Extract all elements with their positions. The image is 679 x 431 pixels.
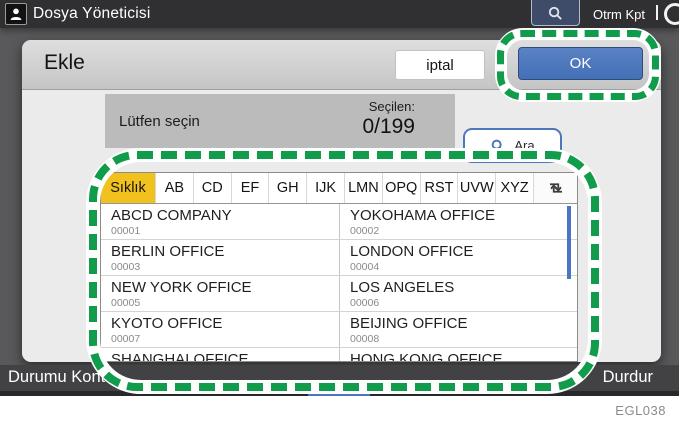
contact-code: 00005 [111,297,339,309]
device-screen: Dosya Yöneticisi Otrm Kpt Ekle iptal OK … [0,0,679,396]
contact-name: KYOTO OFFICE [111,316,339,332]
bottom-strip [0,391,679,396]
contact-cell[interactable]: ABCD COMPANY00001 [101,204,339,239]
app-title: Dosya Yöneticisi [33,5,151,23]
contact-name: BEIJING OFFICE [350,316,577,332]
contact-cell[interactable]: LOS ANGELES00006 [339,276,577,311]
contact-code: 00001 [111,225,339,237]
contact-name: ABCD COMPANY [111,208,339,224]
contact-cell[interactable]: LONDON OFFICE00004 [339,240,577,275]
contact-cell[interactable]: SHANGHAI OFFICE [101,348,339,362]
contact-code: 00006 [350,297,577,309]
partial-circle-icon [664,3,679,25]
tab-xyz[interactable]: XYZ [495,173,533,203]
contact-name: BERLIN OFFICE [111,244,339,260]
dialog-title: Ekle [44,51,85,75]
logout-button[interactable]: Otrm Kpt [593,7,645,22]
contact-code: 00004 [350,261,577,273]
home-indicator[interactable] [308,391,370,396]
tab-ijk[interactable]: IJK [306,173,344,203]
contact-name: YOKOHAMA OFFICE [350,208,577,224]
tab-opq[interactable]: OPQ [382,173,420,203]
selection-info-bar: Lütfen seçin Seçilen: 0/199 [105,94,455,148]
contact-row: NEW YORK OFFICE00005LOS ANGELES00006 [101,276,577,312]
contact-cell[interactable]: HONG KONG OFFICE [339,348,577,362]
add-dialog: Ekle iptal OK Lütfen seçin Seçilen: 0/19… [22,40,661,362]
search-button[interactable]: Ara [463,128,562,163]
contact-cell[interactable]: YOKOHAMA OFFICE00002 [339,204,577,239]
ok-button[interactable]: OK [518,47,643,80]
tab-lmn[interactable]: LMN [344,173,382,203]
contact-name: LOS ANGELES [350,280,577,296]
contact-cell[interactable]: BEIJING OFFICE00008 [339,312,577,347]
header-search-button[interactable] [531,0,580,26]
contact-code: 00003 [111,261,339,273]
top-bar: Dosya Yöneticisi Otrm Kpt [0,0,679,28]
contact-name: SHANGHAI OFFICE [111,352,339,362]
tab-sıklık[interactable]: Sıklık [101,173,155,203]
contact-name: HONG KONG OFFICE [350,352,577,362]
contact-row: ABCD COMPANY00001YOKOHAMA OFFICE00002 [101,204,577,240]
contact-name: NEW YORK OFFICE [111,280,339,296]
selected-count: 0/199 [362,115,415,139]
contact-cell[interactable]: KYOTO OFFICE00007 [101,312,339,347]
contact-row: SHANGHAI OFFICE HONG KONG OFFICE [101,348,577,362]
contact-code: 00002 [350,225,577,237]
search-icon [490,138,506,154]
contact-list: ABCD COMPANY00001YOKOHAMA OFFICE00002BER… [101,204,577,362]
search-button-label: Ara [514,138,534,153]
contact-cell[interactable]: BERLIN OFFICE00003 [101,240,339,275]
tab-cd[interactable]: CD [193,173,231,203]
scrollbar-thumb[interactable] [567,206,571,279]
tab-gh[interactable]: GH [268,173,306,203]
swap-order-icon [546,179,566,197]
dialog-header: Ekle iptal OK [22,40,661,90]
tab-ab[interactable]: AB [155,173,193,203]
search-icon [547,5,564,22]
bottom-bar: Durumu Kont Durdur [0,365,679,391]
stop-button[interactable]: Durdur [603,368,653,387]
header-divider [656,5,658,20]
contact-code: 00008 [350,333,577,345]
contact-cell[interactable]: NEW YORK OFFICE00005 [101,276,339,311]
cancel-button[interactable]: iptal [395,50,485,80]
tab-bar: SıklıkABCDEFGHIJKLMNOPQRSTUVWXYZ [101,173,577,204]
tab-ef[interactable]: EF [231,173,269,203]
selected-label: Seçilen: [369,99,415,114]
user-icon[interactable] [5,3,27,25]
address-list-panel: SıklıkABCDEFGHIJKLMNOPQRSTUVWXYZ ABCD CO… [100,172,578,362]
tab-uvw[interactable]: UVW [457,173,495,203]
prompt-text: Lütfen seçin [119,113,200,130]
figure-code: EGL038 [615,403,666,418]
swap-order-button[interactable] [533,173,577,203]
contact-row: BERLIN OFFICE00003LONDON OFFICE00004 [101,240,577,276]
tab-strip: SıklıkABCDEFGHIJKLMNOPQRSTUVWXYZ [101,173,533,203]
figure-canvas: Dosya Yöneticisi Otrm Kpt Ekle iptal OK … [0,0,679,431]
contact-name: LONDON OFFICE [350,244,577,260]
tab-rst[interactable]: RST [420,173,458,203]
contact-code: 00007 [111,333,339,345]
contact-row: KYOTO OFFICE00007BEIJING OFFICE00008 [101,312,577,348]
check-status-button[interactable]: Durumu Kont [8,368,105,387]
